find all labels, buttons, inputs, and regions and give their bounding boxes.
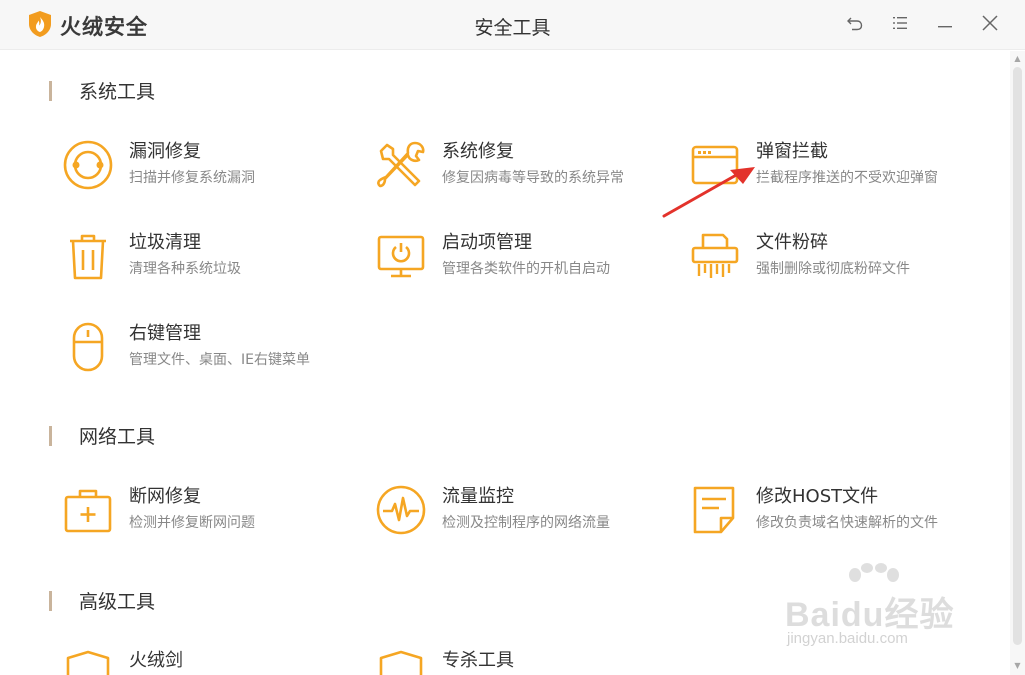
vertical-scrollbar[interactable]: ▲ ▼ xyxy=(1010,51,1025,675)
tool-name: 专杀工具 xyxy=(442,650,514,671)
tool-network-repair[interactable]: 断网修复 检测并修复断网问题 xyxy=(61,483,255,537)
tool-name: 流量监控 xyxy=(442,486,514,507)
scroll-up-icon[interactable]: ▲ xyxy=(1013,54,1022,64)
tool-context-menu-manager[interactable]: 右键管理 管理文件、桌面、IE右键菜单 xyxy=(61,320,310,374)
tool-name: 启动项管理 xyxy=(442,232,532,253)
app-name: 火绒安全 xyxy=(60,15,148,39)
section-marker xyxy=(49,425,52,446)
tool-desc: 修改负责域名快速解析的文件 xyxy=(756,515,938,531)
tool-junk-cleaner[interactable]: 垃圾清理 清理各种系统垃圾 xyxy=(61,229,241,283)
app-logo: 火绒安全 xyxy=(28,10,148,42)
tool-desc: 检测并修复断网问题 xyxy=(129,515,255,531)
tool-system-repair[interactable]: 系统修复 修复因病毒等导致的系统异常 xyxy=(374,138,624,192)
tool-file-shredder[interactable]: 文件粉碎 强制删除或彻底粉碎文件 xyxy=(688,229,910,283)
shield-icon xyxy=(374,647,428,675)
section-system-tools: 系统工具 xyxy=(49,77,155,104)
tool-huorong-sword[interactable]: 火绒剑 xyxy=(61,647,183,675)
edit-document-icon xyxy=(688,483,742,537)
tool-name: 修改HOST文件 xyxy=(756,486,879,507)
scroll-down-icon[interactable]: ▼ xyxy=(1013,661,1022,671)
tool-desc: 拦截程序推送的不受欢迎弹窗 xyxy=(756,170,938,186)
menu-icon xyxy=(891,14,909,36)
annotation-arrow-icon xyxy=(662,167,755,218)
back-button[interactable] xyxy=(841,11,869,39)
vulnerability-fix-icon xyxy=(61,138,115,192)
first-aid-kit-icon xyxy=(61,483,115,537)
tool-desc: 管理文件、桌面、IE右键菜单 xyxy=(129,352,310,368)
menu-button[interactable] xyxy=(886,11,914,39)
tool-name: 文件粉碎 xyxy=(756,232,828,253)
tools-panel: 系统工具 漏洞修复 扫描并修复系统漏洞 系统修复 修复因病毒等导致的系统异常 弹… xyxy=(0,51,1010,675)
tool-desc: 检测及控制程序的网络流量 xyxy=(442,515,610,531)
tool-vulnerability-fix[interactable]: 漏洞修复 扫描并修复系统漏洞 xyxy=(61,138,255,192)
section-advanced-tools: 高级工具 xyxy=(49,587,155,614)
section-marker xyxy=(49,590,52,611)
shredder-icon xyxy=(688,229,742,283)
flame-shield-icon xyxy=(28,10,52,42)
tool-name: 断网修复 xyxy=(129,486,201,507)
section-title: 网络工具 xyxy=(79,426,156,448)
tool-desc: 扫描并修复系统漏洞 xyxy=(129,170,255,186)
minimize-button[interactable] xyxy=(931,11,959,39)
close-button[interactable] xyxy=(976,11,1004,39)
scrollbar-thumb[interactable] xyxy=(1013,67,1022,645)
pulse-icon xyxy=(374,483,428,537)
trash-can-icon xyxy=(61,229,115,283)
tool-edit-hosts[interactable]: 修改HOST文件 修改负责域名快速解析的文件 xyxy=(688,483,938,537)
shield-icon xyxy=(61,647,115,675)
close-icon xyxy=(981,14,999,36)
tool-traffic-monitor[interactable]: 流量监控 检测及控制程序的网络流量 xyxy=(374,483,610,537)
tool-desc: 修复因病毒等导致的系统异常 xyxy=(442,170,624,186)
section-title: 系统工具 xyxy=(79,81,156,103)
tool-name: 弹窗拦截 xyxy=(756,141,828,162)
tool-special-killer[interactable]: 专杀工具 xyxy=(374,647,514,675)
tool-name: 系统修复 xyxy=(442,141,514,162)
title-bar: 火绒安全 安全工具 xyxy=(0,0,1025,50)
back-icon xyxy=(846,14,864,36)
minimize-icon xyxy=(936,14,954,36)
section-network-tools: 网络工具 xyxy=(49,422,155,449)
section-marker xyxy=(49,80,52,101)
tool-desc: 管理各类软件的开机自启动 xyxy=(442,261,610,277)
tool-desc: 强制删除或彻底粉碎文件 xyxy=(756,261,910,277)
section-title: 高级工具 xyxy=(79,591,156,613)
tool-name: 漏洞修复 xyxy=(129,141,201,162)
tool-name: 火绒剑 xyxy=(129,650,183,671)
tool-desc: 清理各种系统垃圾 xyxy=(129,261,241,277)
monitor-power-icon xyxy=(374,229,428,283)
tool-name: 右键管理 xyxy=(129,323,201,344)
wrench-screwdriver-icon xyxy=(374,138,428,192)
mouse-icon xyxy=(61,320,115,374)
window-title: 安全工具 xyxy=(474,17,551,39)
tool-startup-manager[interactable]: 启动项管理 管理各类软件的开机自启动 xyxy=(374,229,610,283)
tool-name: 垃圾清理 xyxy=(129,232,201,253)
